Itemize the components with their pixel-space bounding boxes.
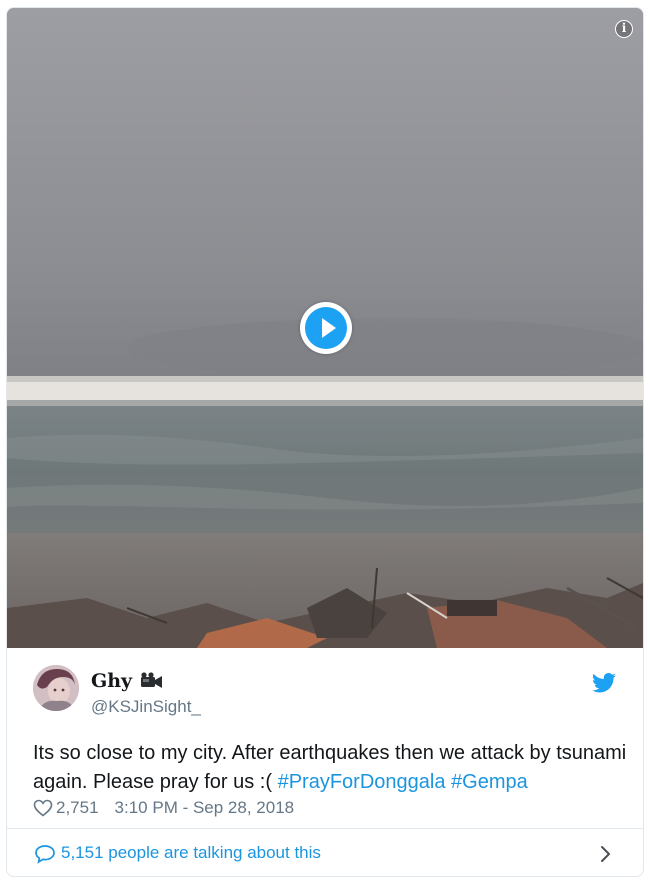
avatar-image <box>33 665 79 711</box>
tweet-video[interactable]: i <box>7 8 643 648</box>
play-icon <box>305 307 347 349</box>
hashtag-link[interactable]: #PrayForDonggala <box>278 771 446 793</box>
heart-icon[interactable] <box>33 799 53 817</box>
speech-bubble-icon <box>35 845 55 864</box>
author-handle[interactable]: @KSJinSight_ <box>91 696 201 718</box>
avatar[interactable] <box>33 665 79 711</box>
tweet-timestamp[interactable]: 3:10 PM - Sep 28, 2018 <box>115 798 295 818</box>
embedded-tweet-card: i Ghy @KSJinSight_ Its so close to my ci… <box>6 7 644 877</box>
conversation-link[interactable]: 5,151 people are talking about this <box>7 828 643 876</box>
hashtag-link[interactable]: #Gempa <box>451 771 528 793</box>
video-camera-icon <box>141 672 162 688</box>
tweet-text: Its so close to my city. After earthquak… <box>33 739 633 797</box>
play-button[interactable] <box>300 302 352 354</box>
tweet-body: Ghy @KSJinSight_ Its so close to my city… <box>7 648 643 828</box>
talking-about-text[interactable]: 5,151 people are talking about this <box>61 842 321 864</box>
like-count[interactable]: 2,751 <box>56 798 99 818</box>
info-icon[interactable]: i <box>615 20 633 38</box>
author-name[interactable]: Ghy <box>91 670 132 692</box>
tweet-meta: 2,751 3:10 PM - Sep 28, 2018 <box>33 796 294 820</box>
twitter-bird-icon[interactable] <box>592 673 616 693</box>
chevron-right-icon[interactable] <box>600 845 612 863</box>
